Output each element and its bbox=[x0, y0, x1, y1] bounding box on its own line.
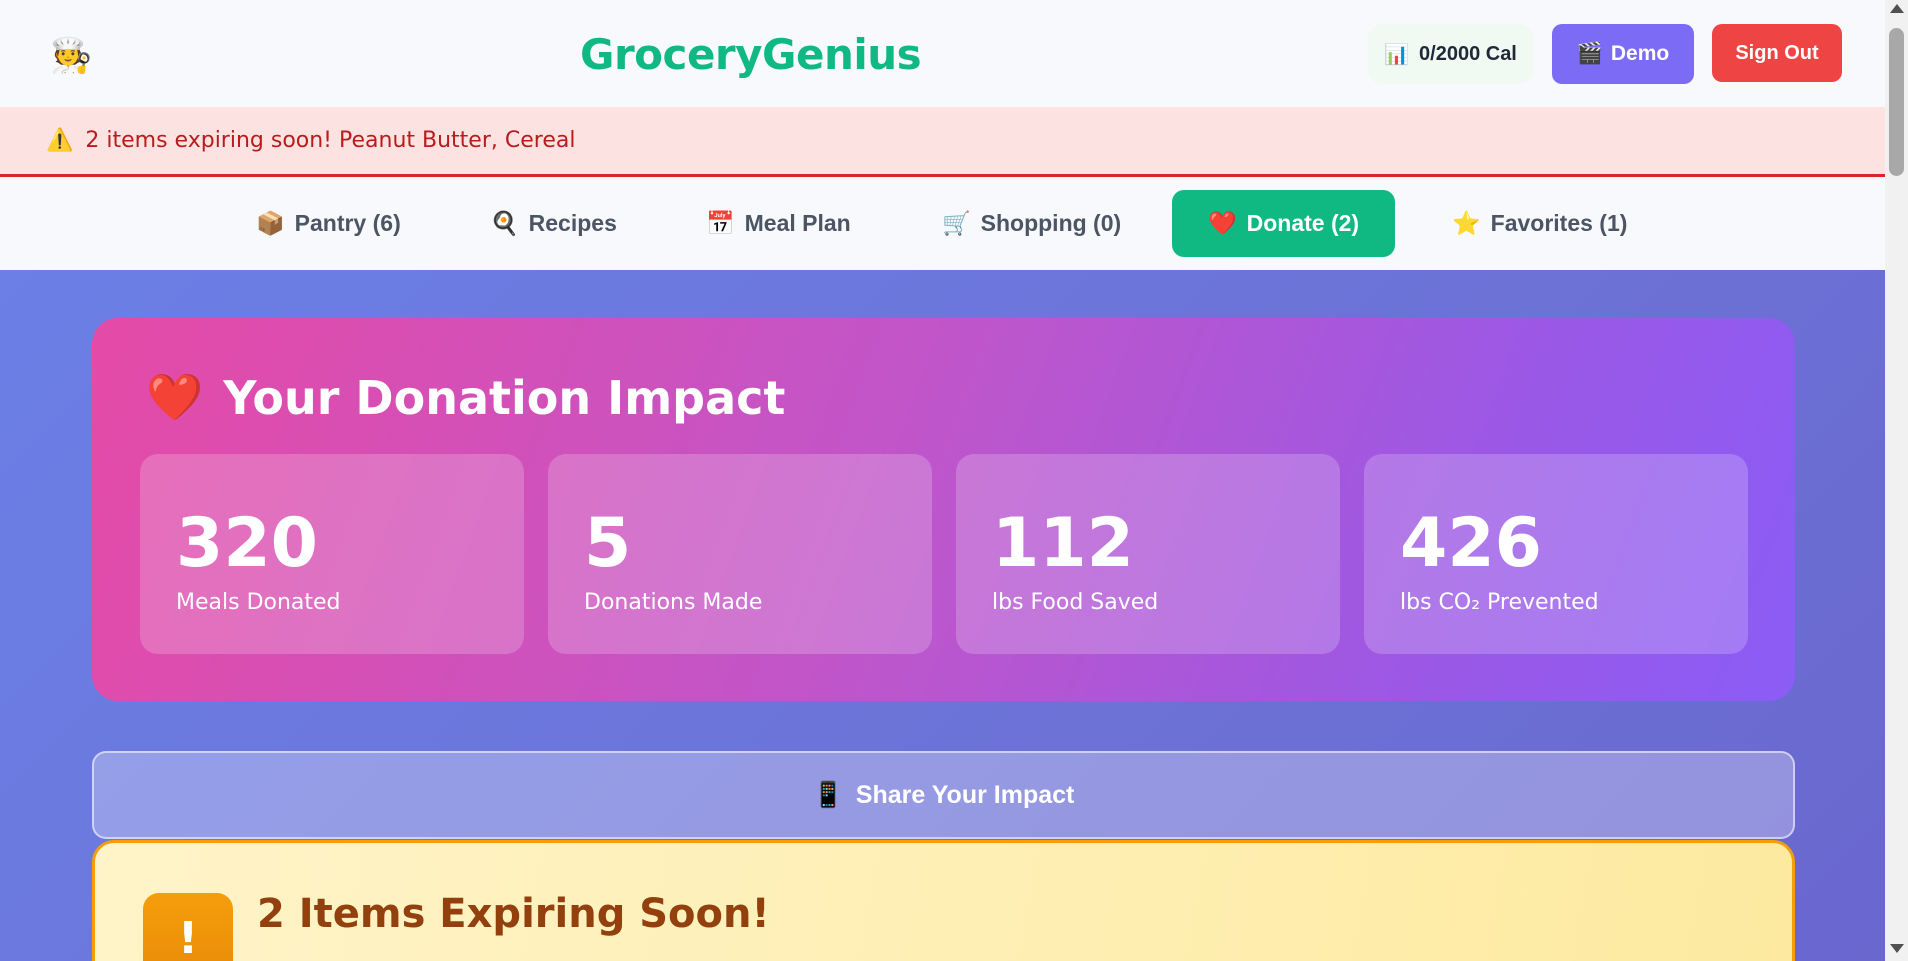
calendar-icon: 📅 bbox=[706, 210, 735, 236]
chart-icon: 📊 bbox=[1384, 43, 1410, 66]
exclamation-icon: ! bbox=[143, 893, 233, 961]
alert-text: 2 items expiring soon! Peanut Butter, Ce… bbox=[85, 128, 576, 153]
scroll-thumb[interactable] bbox=[1889, 28, 1904, 176]
stat-value: 5 bbox=[584, 504, 632, 583]
star-icon: ⭐ bbox=[1452, 210, 1481, 236]
donation-impact-card: ❤️ Your Donation Impact 320 Meals Donate… bbox=[92, 318, 1795, 701]
scroll-up-arrow-icon[interactable] bbox=[1890, 4, 1904, 13]
tab-label: Shopping (0) bbox=[980, 210, 1122, 236]
expiry-alert-banner: ⚠️ 2 items expiring soon! Peanut Butter,… bbox=[0, 107, 1885, 177]
tab-shopping[interactable]: 🛒 Shopping (0) bbox=[928, 190, 1135, 257]
tab-favorites[interactable]: ⭐ Favorites (1) bbox=[1438, 190, 1641, 257]
tab-pantry[interactable]: 📦 Pantry (6) bbox=[242, 190, 415, 257]
chef-icon[interactable]: 🧑‍🍳 bbox=[50, 36, 92, 76]
stat-value: 320 bbox=[176, 504, 318, 583]
phone-icon: 📱 bbox=[812, 780, 844, 809]
tab-label: Recipes bbox=[528, 210, 617, 236]
impact-heading: ❤️ Your Donation Impact bbox=[146, 370, 785, 425]
expiring-items-card: ! 2 Items Expiring Soon! bbox=[92, 840, 1795, 961]
main-content: ❤️ Your Donation Impact 320 Meals Donate… bbox=[0, 270, 1885, 961]
stat-card-co2: 426 lbs CO₂ Prevented bbox=[1364, 454, 1748, 654]
demo-button[interactable]: 🎬 Demo bbox=[1552, 24, 1694, 84]
stat-value: 426 bbox=[1400, 504, 1542, 583]
tab-meal-plan[interactable]: 📅 Meal Plan bbox=[692, 190, 865, 257]
package-icon: 📦 bbox=[256, 210, 285, 236]
stat-label: lbs CO₂ Prevented bbox=[1400, 590, 1599, 615]
share-impact-button[interactable]: 📱 Share Your Impact bbox=[92, 751, 1795, 839]
calorie-value: 0/2000 Cal bbox=[1419, 42, 1517, 65]
impact-title: Your Donation Impact bbox=[223, 370, 786, 425]
cart-icon: 🛒 bbox=[942, 210, 971, 236]
stat-card-donations: 5 Donations Made bbox=[548, 454, 932, 654]
calorie-counter: 📊 0/2000 Cal bbox=[1368, 24, 1533, 84]
tab-label: Meal Plan bbox=[744, 210, 851, 236]
stat-label: Donations Made bbox=[584, 590, 763, 615]
heart-icon: ❤️ bbox=[146, 370, 204, 424]
stat-label: lbs Food Saved bbox=[992, 590, 1159, 615]
stat-card-meals: 320 Meals Donated bbox=[140, 454, 524, 654]
sign-out-button[interactable]: Sign Out bbox=[1712, 24, 1842, 82]
brand-title[interactable]: GroceryGenius bbox=[580, 30, 922, 79]
tab-bar: 📦 Pantry (6) 🍳 Recipes 📅 Meal Plan 🛒 Sho… bbox=[0, 177, 1885, 270]
stat-label: Meals Donated bbox=[176, 590, 341, 615]
tab-label: Favorites (1) bbox=[1490, 210, 1628, 236]
app-root: 🧑‍🍳 GroceryGenius 📊 0/2000 Cal 🎬 Demo Si… bbox=[0, 0, 1885, 961]
warning-icon: ⚠️ bbox=[46, 128, 74, 153]
stat-value: 112 bbox=[992, 504, 1134, 583]
tab-label: Donate (2) bbox=[1246, 210, 1360, 236]
tab-label: Pantry (6) bbox=[294, 210, 401, 236]
heart-icon: ❤️ bbox=[1208, 210, 1237, 236]
header: 🧑‍🍳 GroceryGenius 📊 0/2000 Cal 🎬 Demo Si… bbox=[0, 0, 1885, 107]
stat-card-food-saved: 112 lbs Food Saved bbox=[956, 454, 1340, 654]
frying-pan-icon: 🍳 bbox=[490, 210, 519, 236]
share-label: Share Your Impact bbox=[855, 780, 1075, 809]
tab-recipes[interactable]: 🍳 Recipes bbox=[476, 190, 631, 257]
demo-button-label: Demo bbox=[1610, 42, 1670, 65]
tab-donate[interactable]: ❤️ Donate (2) bbox=[1172, 190, 1396, 257]
clapperboard-icon: 🎬 bbox=[1576, 42, 1603, 65]
vertical-scrollbar[interactable] bbox=[1885, 0, 1908, 961]
expiring-title: 2 Items Expiring Soon! bbox=[257, 891, 770, 937]
scroll-down-arrow-icon[interactable] bbox=[1890, 944, 1904, 953]
